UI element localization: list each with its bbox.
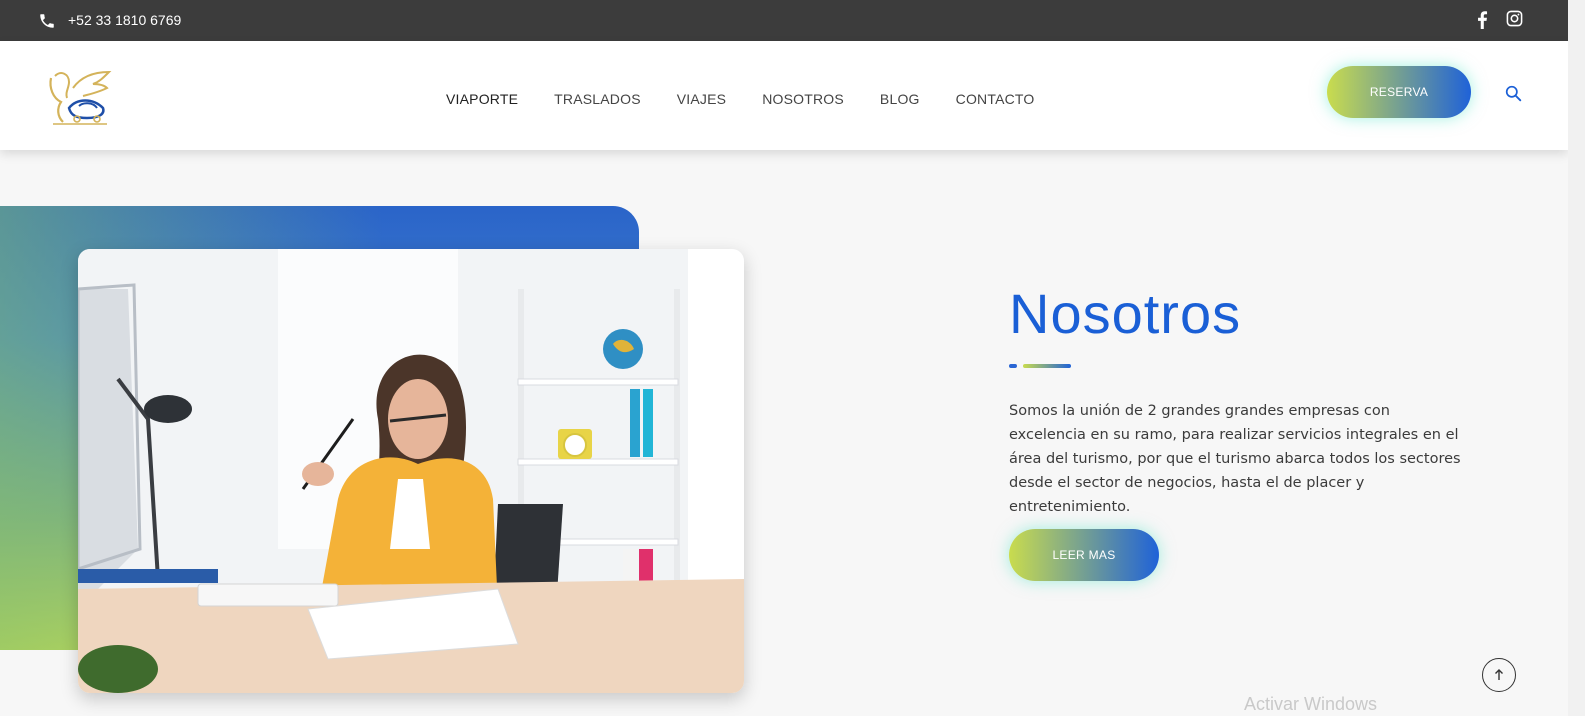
reserva-button[interactable]: RESERVA: [1327, 66, 1471, 118]
phone-number[interactable]: +52 33 1810 6769: [68, 12, 181, 28]
leer-mas-button[interactable]: LEER MAS: [1009, 529, 1159, 581]
instagram-icon[interactable]: [1506, 10, 1523, 27]
facebook-icon[interactable]: [1476, 11, 1488, 29]
arrow-up-icon: [1495, 669, 1503, 680]
site-header: VIAPORTE TRASLADOS VIAJES NOSOTROS BLOG …: [0, 41, 1568, 150]
nav-item-viaporte[interactable]: VIAPORTE: [446, 91, 518, 107]
nav-item-contacto[interactable]: CONTACTO: [956, 91, 1035, 107]
search-icon[interactable]: [1505, 85, 1522, 102]
title-divider: [1009, 364, 1073, 369]
section-description: Somos la unión de 2 grandes grandes empr…: [1009, 403, 1461, 515]
phone-icon: [40, 14, 54, 28]
office-woman-photo: [78, 249, 744, 693]
windows-activation-watermark: Activar Windows: [1244, 694, 1378, 714]
logo[interactable]: [43, 68, 113, 128]
scroll-to-top-button[interactable]: [1482, 658, 1516, 692]
page-scrollbar[interactable]: [1568, 0, 1585, 716]
nav-item-viajes[interactable]: VIAJES: [677, 91, 726, 107]
top-bar: +52 33 1810 6769: [0, 0, 1568, 41]
section-title: Nosotros: [1009, 282, 1242, 345]
main-nav: VIAPORTE TRASLADOS VIAJES NOSOTROS BLOG …: [446, 91, 1071, 107]
nav-item-traslados[interactable]: TRASLADOS: [554, 91, 641, 107]
nav-item-nosotros[interactable]: NOSOTROS: [762, 91, 844, 107]
nav-item-blog[interactable]: BLOG: [880, 91, 920, 107]
